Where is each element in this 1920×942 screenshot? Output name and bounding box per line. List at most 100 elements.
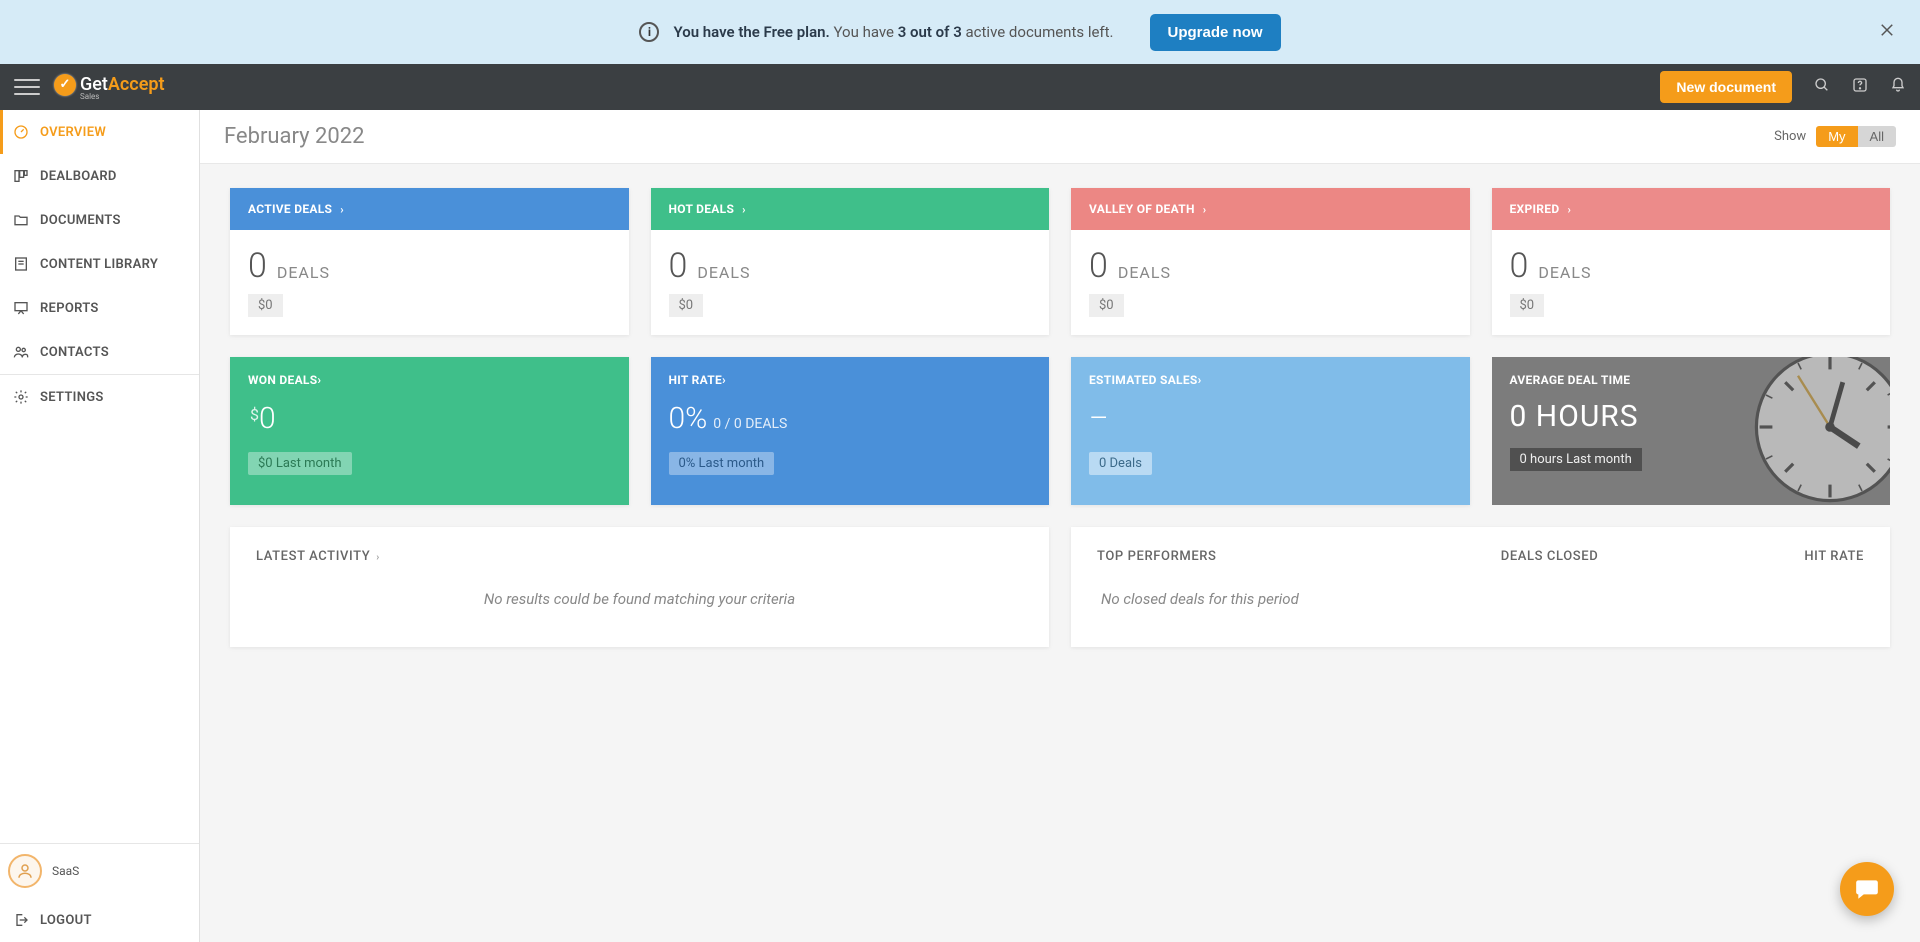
card-amount: $0 [1510, 294, 1545, 317]
card-average-deal-time: AVERAGE DEAL TIME 0 HOURS 0 hours Last m… [1492, 357, 1891, 505]
library-icon [12, 256, 30, 272]
logo[interactable]: ✓ GetAccept Sales [54, 74, 165, 101]
card-won-deals[interactable]: WON DEALS› $0 $0 Last month [230, 357, 629, 505]
bell-icon[interactable] [1890, 77, 1906, 97]
card-amount: $0 [1089, 294, 1124, 317]
top-performers-title: TOP PERFORMERS [1097, 549, 1434, 564]
sidebar-item-label: CONTENT LIBRARY [40, 257, 158, 272]
hit-value: 0% [669, 401, 708, 436]
col-hit-rate: HIT RATE [1665, 549, 1864, 564]
card-header[interactable]: HOT DEALS › [651, 188, 1050, 230]
card-unit: DEALS [277, 263, 330, 282]
card-header[interactable]: ACTIVE DEALS › [230, 188, 629, 230]
card-unit: DEALS [1118, 263, 1171, 282]
sidebar-item-label: SETTINGS [40, 390, 104, 405]
card-header: HIT RATE› [669, 373, 1032, 387]
chevron-right-icon: › [1203, 203, 1207, 216]
card-title: VALLEY OF DEATH [1089, 202, 1195, 216]
board-icon [12, 168, 30, 184]
card-header[interactable]: EXPIRED › [1492, 188, 1891, 230]
close-banner-icon[interactable] [1878, 21, 1896, 43]
card-count: 0 [669, 246, 688, 286]
sidebar-item-dealboard[interactable]: DEALBOARD [0, 154, 199, 198]
sidebar-item-reports[interactable]: REPORTS [0, 286, 199, 330]
panel-latest-activity: LATEST ACTIVITY› No results could be fou… [230, 527, 1049, 647]
sidebar: OVERVIEW DEALBOARD DOCUMENTS CONTENT LIB… [0, 110, 200, 942]
latest-activity-header[interactable]: LATEST ACTIVITY› [256, 549, 1023, 564]
sidebar-item-label: LOGOUT [40, 913, 92, 928]
card-header: WON DEALS› [248, 373, 611, 387]
card-estimated-sales[interactable]: ESTIMATED SALES› – 0 Deals [1071, 357, 1470, 505]
gear-icon [12, 389, 30, 405]
card-hit-rate[interactable]: HIT RATE› 0% 0 / 0 DEALS 0% Last month [651, 357, 1050, 505]
toggle-my-button[interactable]: My [1816, 126, 1857, 147]
card-unit: DEALS [697, 263, 750, 282]
topbar: ✓ GetAccept Sales New document [0, 64, 1920, 110]
upgrade-button[interactable]: Upgrade now [1150, 14, 1281, 51]
metric-card[interactable]: VALLEY OF DEATH › 0 DEALS $0 [1071, 188, 1470, 335]
gauge-icon [12, 124, 30, 140]
sidebar-item-contacts[interactable]: CONTACTS [0, 330, 199, 374]
people-icon [12, 344, 30, 360]
card-header: ESTIMATED SALES› [1089, 373, 1452, 387]
chevron-right-icon: › [1567, 203, 1571, 216]
card-title: HOT DEALS [669, 202, 735, 216]
clock-icon [1750, 357, 1890, 505]
card-count: 0 [1089, 246, 1108, 286]
search-icon[interactable] [1814, 77, 1830, 97]
sidebar-item-label: REPORTS [40, 301, 99, 316]
sidebar-item-logout[interactable]: LOGOUT [0, 898, 199, 942]
new-document-button[interactable]: New document [1660, 71, 1792, 103]
main-header: February 2022 Show My All [200, 110, 1920, 164]
card-unit: DEALS [1538, 263, 1591, 282]
sidebar-item-content-library[interactable]: CONTENT LIBRARY [0, 242, 199, 286]
chevron-right-icon: › [722, 373, 726, 387]
page-title: February 2022 [224, 124, 364, 149]
chevron-right-icon: › [340, 203, 344, 216]
sidebar-item-label: DEALBOARD [40, 169, 117, 184]
toggle-all-button[interactable]: All [1858, 126, 1896, 147]
est-value: – [1089, 401, 1109, 436]
logo-check-icon: ✓ [54, 74, 76, 96]
top-performers-empty: No closed deals for this period [1101, 590, 1864, 608]
chevron-right-icon: › [376, 552, 380, 563]
won-badge: $0 Last month [248, 452, 352, 475]
est-badge: 0 Deals [1089, 452, 1152, 475]
card-count: 0 [1510, 246, 1529, 286]
currency-symbol: $ [250, 405, 259, 424]
chevron-right-icon: › [1198, 373, 1202, 387]
metric-card[interactable]: EXPIRED › 0 DEALS $0 [1492, 188, 1891, 335]
user-block[interactable]: SaaS [0, 844, 199, 898]
plan-banner: i You have the Free plan. You have 3 out… [0, 0, 1920, 64]
avg-badge: 0 hours Last month [1510, 448, 1642, 471]
sidebar-item-label: OVERVIEW [40, 125, 106, 140]
card-title: ACTIVE DEALS [248, 202, 332, 216]
sidebar-item-label: CONTACTS [40, 345, 109, 360]
sidebar-item-documents[interactable]: DOCUMENTS [0, 198, 199, 242]
card-title: EXPIRED [1510, 202, 1560, 216]
won-value: 0 [259, 401, 276, 436]
menu-toggle-icon[interactable] [14, 74, 40, 100]
banner-suffix: active documents left. [962, 23, 1114, 41]
latest-activity-empty: No results could be found matching your … [256, 590, 1023, 608]
help-icon[interactable] [1852, 77, 1868, 97]
sidebar-item-overview[interactable]: OVERVIEW [0, 110, 199, 154]
panel-top-performers: TOP PERFORMERS DEALS CLOSED HIT RATE No … [1071, 527, 1890, 647]
sidebar-item-settings[interactable]: SETTINGS [0, 375, 199, 419]
hit-sub: 0 / 0 DEALS [713, 416, 787, 432]
presentation-icon [12, 300, 30, 316]
metric-card[interactable]: HOT DEALS › 0 DEALS $0 [651, 188, 1050, 335]
chat-fab[interactable] [1840, 862, 1894, 916]
card-amount: $0 [248, 294, 283, 317]
user-name: SaaS [52, 864, 79, 878]
chevron-right-icon: › [317, 373, 321, 387]
metric-card[interactable]: ACTIVE DEALS › 0 DEALS $0 [230, 188, 629, 335]
banner-count: 3 out of 3 [898, 23, 962, 41]
card-header[interactable]: VALLEY OF DEATH › [1071, 188, 1470, 230]
card-count: 0 [248, 246, 267, 286]
logo-sublabel: Sales [80, 92, 165, 101]
logout-icon [12, 912, 30, 928]
col-deals-closed: DEALS CLOSED [1434, 549, 1664, 564]
card-amount: $0 [669, 294, 704, 317]
folder-icon [12, 212, 30, 228]
